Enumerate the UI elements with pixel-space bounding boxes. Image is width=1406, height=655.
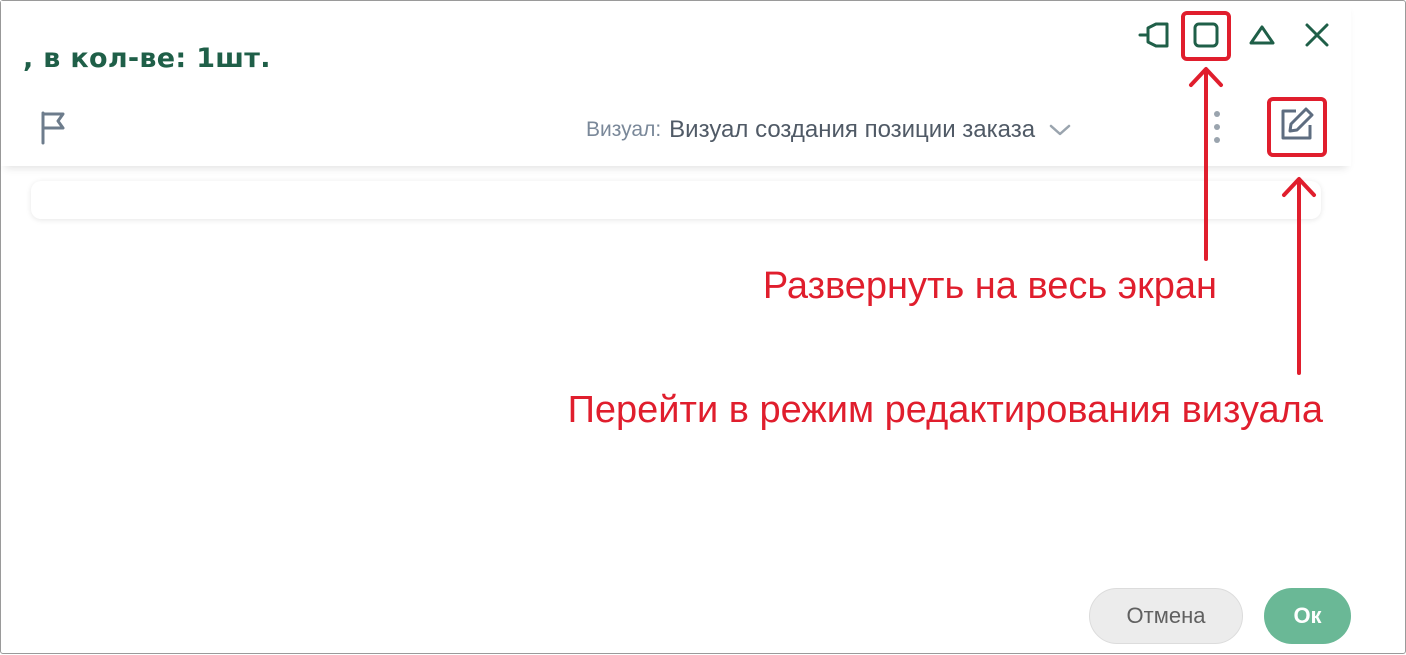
edit-hint: Перейти в режим редактирования визуала <box>567 389 1323 431</box>
dialog-header: , в кол-ве: 1шт. Визуал: Визуал создания… <box>1 1 1351 166</box>
dialog-title: , в кол-ве: 1шт. <box>23 43 271 74</box>
visual-select[interactable]: Визуал: Визуал создания позиции заказа <box>586 113 1073 147</box>
close-icon <box>1305 23 1329 47</box>
pin-icon <box>1138 22 1169 48</box>
cancel-button[interactable]: Отмена <box>1089 588 1243 644</box>
dialog-window: , в кол-ве: 1шт. Визуал: Визуал создания… <box>0 0 1406 654</box>
maximize-hint: Развернуть на весь экран <box>762 265 1217 307</box>
pin-button[interactable] <box>1135 15 1175 55</box>
maximize-highlight <box>1181 11 1231 61</box>
kebab-menu-icon[interactable] <box>1205 107 1229 147</box>
close-button[interactable] <box>1297 15 1337 55</box>
chevron-down-icon <box>1049 124 1071 136</box>
collapse-icon <box>1249 25 1275 45</box>
flag-icon[interactable] <box>37 109 69 145</box>
visual-select-label: Визуал: <box>586 118 662 141</box>
edit-highlight <box>1267 97 1327 157</box>
visual-select-value: Визуал создания позиции заказа <box>669 116 1036 143</box>
ok-button[interactable]: Ок <box>1264 588 1351 644</box>
collapse-button[interactable] <box>1242 15 1282 55</box>
visual-content-area <box>31 181 1321 219</box>
